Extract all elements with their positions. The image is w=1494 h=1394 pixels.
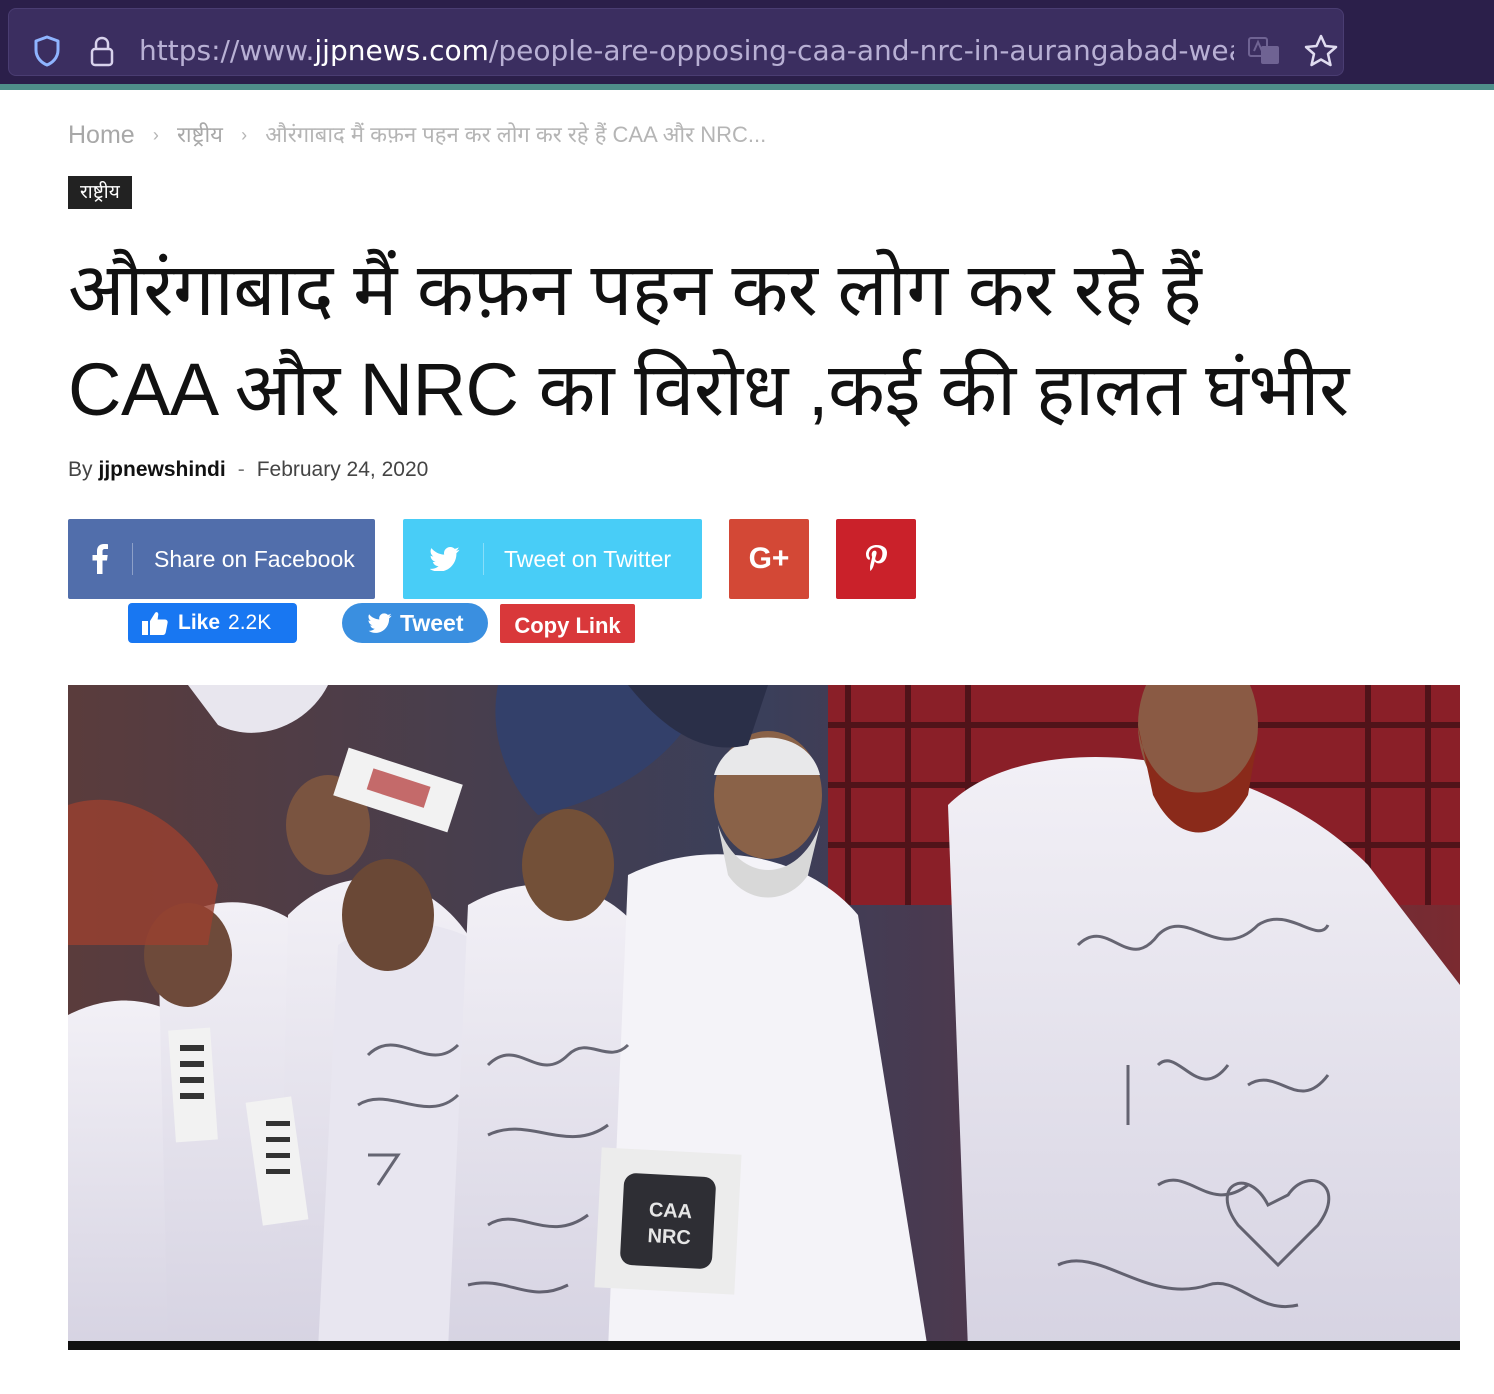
publish-date: February 24, 2020: [256, 458, 429, 481]
twitter-bird-icon: [368, 613, 392, 633]
image-bottom-border: [68, 1341, 1460, 1350]
breadcrumb-home[interactable]: Home: [68, 120, 135, 150]
tweet-label: Tweet: [400, 609, 464, 636]
share-twitter-button[interactable]: Tweet on Twitter: [403, 519, 702, 599]
breadcrumb-current: औरंगाबाद मैं कफ़न पहन कर लोग कर रहे हैं …: [265, 122, 767, 147]
breadcrumb: Home › राष्ट्रीय › औरंगाबाद मैं कफ़न पहन…: [68, 120, 766, 150]
sign-text-nrc: NRC: [647, 1225, 691, 1249]
copy-link-label: Copy Link: [514, 612, 621, 638]
date-separator: -: [237, 458, 245, 481]
browser-toolbar: https://www.jjpnews.com/people-are-oppos…: [0, 0, 1494, 84]
by-label: By: [68, 458, 93, 481]
tweet-button[interactable]: Tweet: [342, 603, 488, 643]
lock-icon[interactable]: [89, 35, 115, 67]
sign-text-caa: CAA: [648, 1199, 692, 1223]
url-prefix: https://www.: [139, 34, 315, 67]
breadcrumb-category[interactable]: राष्ट्रीय: [177, 120, 223, 150]
star-icon[interactable]: [1303, 33, 1339, 69]
author-link[interactable]: jjpnewshindi: [99, 458, 226, 481]
share-facebook-button[interactable]: Share on Facebook: [68, 519, 375, 599]
copy-link-button[interactable]: Copy Link: [500, 604, 635, 643]
twitter-icon: [413, 519, 477, 599]
protest-photo: CAA NRC: [68, 685, 1460, 1350]
breadcrumb-separator: ›: [241, 125, 248, 145]
button-divider: [132, 543, 133, 575]
accent-line: [0, 84, 1494, 90]
article-title-line-2: CAA और NRC का विरोध ,कई की हालत घंभीर: [68, 348, 1349, 431]
article-title-line-1: औरंगाबाद मैं कफ़न पहन कर लोग कर रहे हैं: [68, 248, 1202, 331]
byline: By jjpnewshindi - February 24, 2020: [68, 454, 428, 486]
facebook-icon: [68, 519, 132, 599]
thumbs-up-icon: [142, 612, 168, 635]
category-tag[interactable]: राष्ट्रीय: [68, 176, 132, 209]
url-path: /people-are-opposing-caa-and-nrc-in-aura…: [488, 34, 1234, 67]
share-facebook-label: Share on Facebook: [154, 546, 355, 572]
shield-icon[interactable]: [33, 35, 61, 67]
like-count: 2.2K: [228, 611, 272, 634]
button-divider: [483, 543, 484, 575]
translate-icon[interactable]: [1247, 35, 1281, 67]
breadcrumb-separator: ›: [152, 125, 159, 145]
address-bar[interactable]: https://www.jjpnews.com/people-are-oppos…: [8, 8, 1344, 76]
pinterest-icon: [866, 545, 887, 571]
share-twitter-label: Tweet on Twitter: [504, 546, 672, 572]
url-text[interactable]: https://www.jjpnews.com/people-are-oppos…: [139, 31, 1234, 71]
facebook-like-button[interactable]: Like 2.2K: [128, 603, 297, 643]
gplus-icon: G+: [748, 542, 790, 575]
share-pinterest-button[interactable]: [836, 519, 916, 599]
like-label: Like: [178, 611, 221, 634]
url-domain: jjpnews.com: [314, 34, 489, 67]
share-gplus-button[interactable]: G+: [729, 519, 809, 599]
featured-image: CAA NRC: [68, 685, 1460, 1350]
article-title: औरंगाबाद मैं कफ़न पहन कर लोग कर रहे हैं …: [68, 240, 1478, 440]
